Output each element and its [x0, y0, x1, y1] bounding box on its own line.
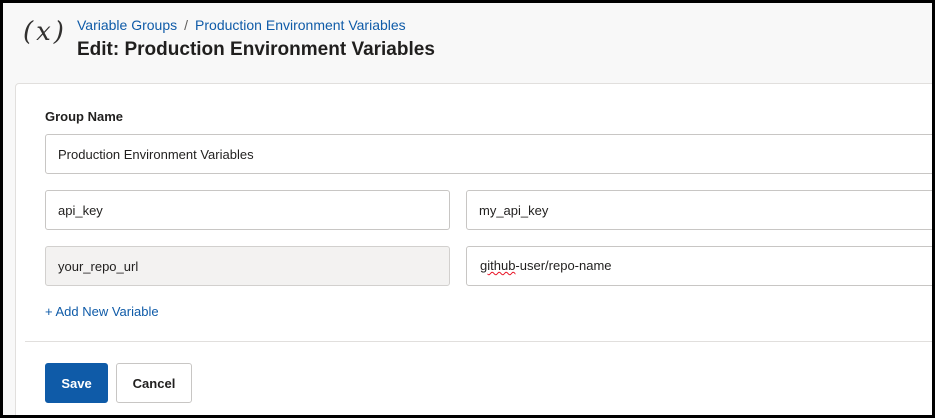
variable-value-input-2[interactable]: github-user/repo-name [466, 246, 932, 286]
breadcrumb-separator: / [184, 17, 189, 33]
app-window: (x) Variable Groups / Production Environme… [0, 0, 935, 418]
group-name-label: Group Name [45, 109, 124, 124]
variable-key-input-2[interactable] [45, 246, 450, 286]
cancel-button[interactable]: Cancel [116, 363, 192, 403]
form-divider [25, 341, 932, 342]
spellcheck-underlined-word: github [480, 258, 516, 273]
group-name-input[interactable] [45, 134, 932, 174]
variable-group-icon: (x) [23, 17, 67, 47]
variable-key-input-1[interactable] [45, 190, 450, 230]
variable-value-input-1[interactable] [466, 190, 932, 230]
page-title: Edit: Production Environment Variables [77, 39, 435, 60]
variable-value-remainder: -user/repo-name [515, 258, 612, 273]
breadcrumb: Variable Groups / Production Environment V… [77, 17, 406, 33]
variable-value-text: github-user/repo-name [480, 247, 612, 285]
breadcrumb-variable-groups-link[interactable]: Variable Groups [77, 17, 177, 33]
add-new-variable-link[interactable]: + Add New Variable [45, 304, 159, 319]
breadcrumb-current-link[interactable]: Production Environment Variables [195, 17, 406, 33]
page-header: (x) Variable Groups / Production Environme… [3, 3, 932, 81]
save-button[interactable]: Save [45, 363, 108, 403]
edit-form-card: Group Name github-user/repo-name + Add N… [15, 83, 932, 415]
